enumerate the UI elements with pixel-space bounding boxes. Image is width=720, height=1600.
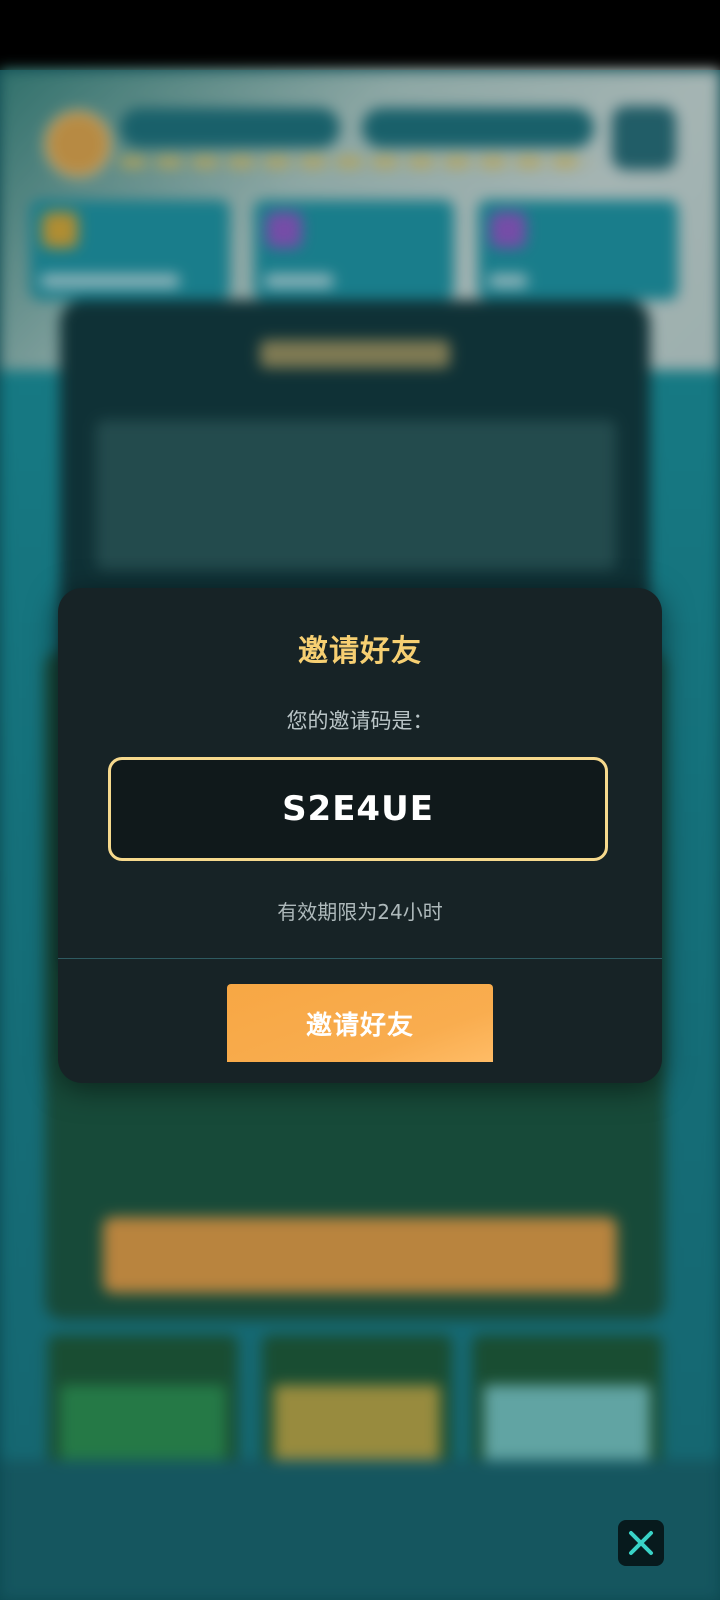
invite-button-label: 邀请好友 bbox=[305, 1010, 414, 1041]
invite-code: S2E4UE bbox=[282, 789, 434, 829]
dialog-divider bbox=[58, 958, 662, 959]
invite-friends-button[interactable]: 邀请好友 bbox=[227, 984, 493, 1062]
close-icon[interactable] bbox=[618, 1520, 664, 1566]
dialog-title: 邀请好友 bbox=[298, 634, 422, 669]
invite-friends-dialog: 邀请好友 您的邀请码是： S2E4UE 有效期限为24小时 邀请好友 bbox=[58, 588, 662, 1083]
status-bar bbox=[0, 0, 720, 70]
validity-text: 有效期限为24小时 bbox=[277, 900, 443, 924]
invite-code-box[interactable]: S2E4UE bbox=[108, 757, 608, 861]
invite-code-label: 您的邀请码是： bbox=[286, 709, 434, 733]
